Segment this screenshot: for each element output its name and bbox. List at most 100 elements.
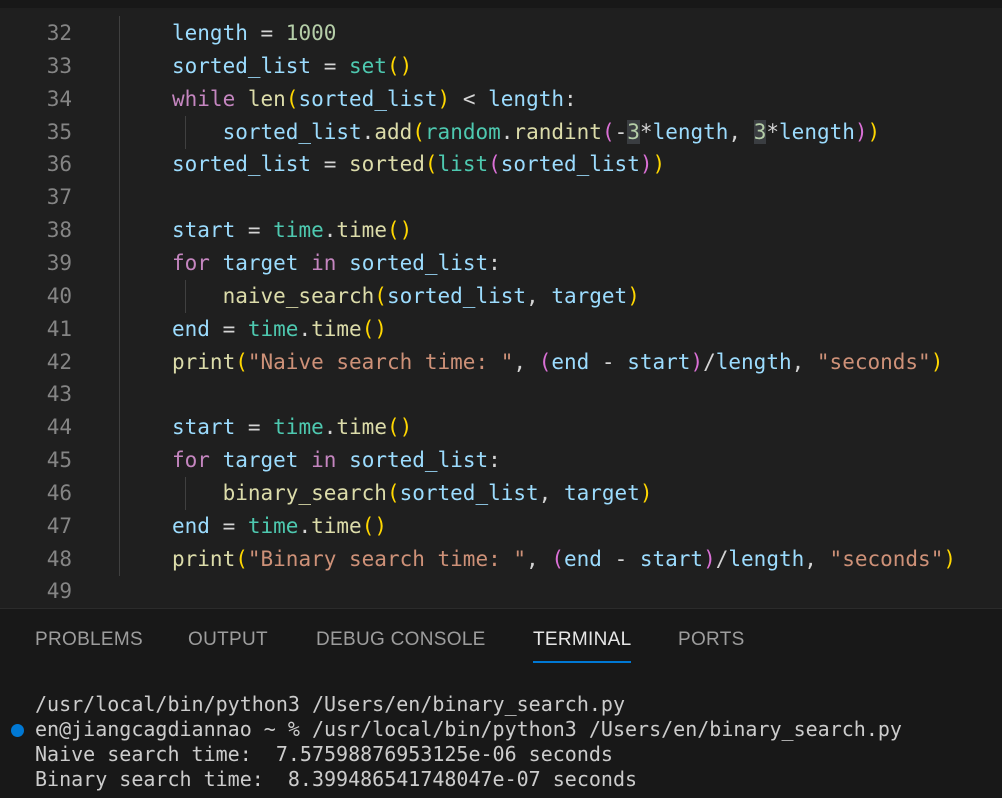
code-line[interactable]: 44 start = time.time() xyxy=(0,411,1002,444)
tab-ports[interactable]: PORTS xyxy=(678,629,745,659)
code-token: random xyxy=(424,119,501,144)
code-token: add xyxy=(374,119,413,144)
code-token: start xyxy=(627,349,691,374)
code-line[interactable]: 43 xyxy=(0,378,1002,411)
line-number: 45 xyxy=(46,448,72,473)
code-text: sorted_list.add(random.randint(-3*length… xyxy=(172,116,880,149)
code-line[interactable]: 41 end = time.time() xyxy=(0,313,1002,346)
line-number: 32 xyxy=(46,21,72,45)
code-token: length xyxy=(172,21,248,45)
code-token: () xyxy=(361,513,387,538)
code-line[interactable]: 35 sorted_list.add(random.randint(-3*len… xyxy=(0,115,1002,149)
code-token: ( xyxy=(601,119,615,144)
code-token: time xyxy=(311,513,362,538)
code-token: sorted xyxy=(349,152,425,177)
tab-output[interactable]: OUTPUT xyxy=(188,629,268,659)
code-text: print("Binary search time: ", (end - sta… xyxy=(172,543,956,576)
code-token: ) xyxy=(627,283,640,308)
code-token: target xyxy=(563,480,640,505)
code-token: length xyxy=(728,546,805,571)
line-number: 46 xyxy=(46,480,72,505)
code-token: - xyxy=(601,546,640,571)
code-line[interactable]: 42 print("Naive search time: ", (end - st… xyxy=(0,346,1002,379)
code-token: 3 xyxy=(627,119,640,144)
line-number: 44 xyxy=(46,415,72,440)
code-token: length xyxy=(779,119,855,144)
code-line[interactable]: 36 sorted_list = sorted(list(sorted_list)… xyxy=(0,148,1002,181)
code-token: time xyxy=(247,513,299,538)
code-text: while len(sorted_list) < length: xyxy=(172,83,577,116)
line-number: 34 xyxy=(46,86,72,111)
code-token: ) xyxy=(652,152,666,177)
code-token: ) xyxy=(639,480,653,505)
code-line[interactable]: 40 naive_search(sorted_list, target) xyxy=(0,279,1002,313)
line-number: 33 xyxy=(46,53,72,78)
code-token: in xyxy=(311,448,337,473)
code-token: ( xyxy=(551,546,564,571)
code-token: / xyxy=(715,546,729,571)
code-token: while xyxy=(172,86,236,111)
tab-problems[interactable]: PROBLEMS xyxy=(35,629,143,659)
code-editor[interactable]: 32 length = 1000 33 sorted_list = set() 34 wh… xyxy=(0,0,1002,608)
code-token: . xyxy=(298,513,312,538)
code-token: < xyxy=(450,86,489,111)
line-number: 48 xyxy=(46,546,72,571)
command-status-dot-icon[interactable] xyxy=(11,724,24,737)
terminal-prompt-line: en@jiangcagdiannao ~ % /usr/local/bin/py… xyxy=(35,717,902,741)
code-line[interactable]: 34 while len(sorted_list) < length: xyxy=(0,83,1002,116)
code-token: . xyxy=(323,218,337,243)
code-token: ( xyxy=(235,349,248,374)
code-token: . xyxy=(361,119,375,144)
terminal-output-naive: Naive search time: 7.57598876953125e-06 … xyxy=(35,742,613,766)
tab-terminal[interactable]: TERMINAL xyxy=(533,629,632,663)
code-token: length xyxy=(488,86,564,111)
code-token: list xyxy=(437,152,489,177)
code-text: binary_search(sorted_list, target) xyxy=(172,477,653,510)
code-token: ( xyxy=(235,546,248,571)
code-token: - xyxy=(614,119,628,144)
code-token: sorted_list xyxy=(399,480,539,505)
code-token: length xyxy=(715,349,792,374)
code-token: ( xyxy=(488,152,501,177)
code-token: ) xyxy=(703,546,716,571)
code-line[interactable]: 32 length = 1000 xyxy=(0,17,1002,50)
code-token: time xyxy=(273,415,324,440)
line-number: 49 xyxy=(46,579,72,604)
code-line[interactable]: 48 print("Binary search time: ", (end - s… xyxy=(0,543,1002,576)
code-token: . xyxy=(500,119,514,144)
code-token: = xyxy=(247,21,286,45)
code-token: in xyxy=(311,250,337,275)
code-token: "Naive search time: " xyxy=(247,349,514,374)
code-line[interactable]: 49 xyxy=(0,575,1002,608)
line-number: 37 xyxy=(46,185,72,210)
code-token: = xyxy=(311,152,350,177)
code-token: target xyxy=(551,283,628,308)
code-token: naive_search xyxy=(172,283,375,308)
code-token: start xyxy=(172,218,236,243)
code-line[interactable]: 33 sorted_list = set() xyxy=(0,50,1002,83)
code-token: time xyxy=(247,316,299,341)
code-line[interactable]: 46 binary_search(sorted_list, target) xyxy=(0,476,1002,510)
code-token: sorted_list xyxy=(500,152,640,177)
line-number: 35 xyxy=(46,119,72,144)
code-line[interactable]: 37 xyxy=(0,181,1002,214)
code-token: ) xyxy=(437,86,451,111)
code-text: end = time.time() xyxy=(172,510,387,543)
code-line[interactable]: 39 for target in sorted_list: xyxy=(0,247,1002,280)
tab-debug-console[interactable]: DEBUG CONSOLE xyxy=(316,629,486,659)
terminal-command-line: /usr/local/bin/python3 /Users/en/binary_… xyxy=(35,692,626,716)
code-token: sorted_list xyxy=(349,448,489,473)
code-token: , xyxy=(526,546,552,571)
code-token: sorted_list xyxy=(349,250,489,275)
code-token: start xyxy=(639,546,704,571)
code-line[interactable]: 45 for target in sorted_list: xyxy=(0,444,1002,477)
code-text: length = 1000 xyxy=(172,17,336,50)
code-line[interactable]: 38 start = time.time() xyxy=(0,214,1002,247)
code-text: sorted_list = set() xyxy=(172,50,412,83)
code-line[interactable]: 47 end = time.time() xyxy=(0,510,1002,543)
code-token: randint xyxy=(513,119,602,144)
